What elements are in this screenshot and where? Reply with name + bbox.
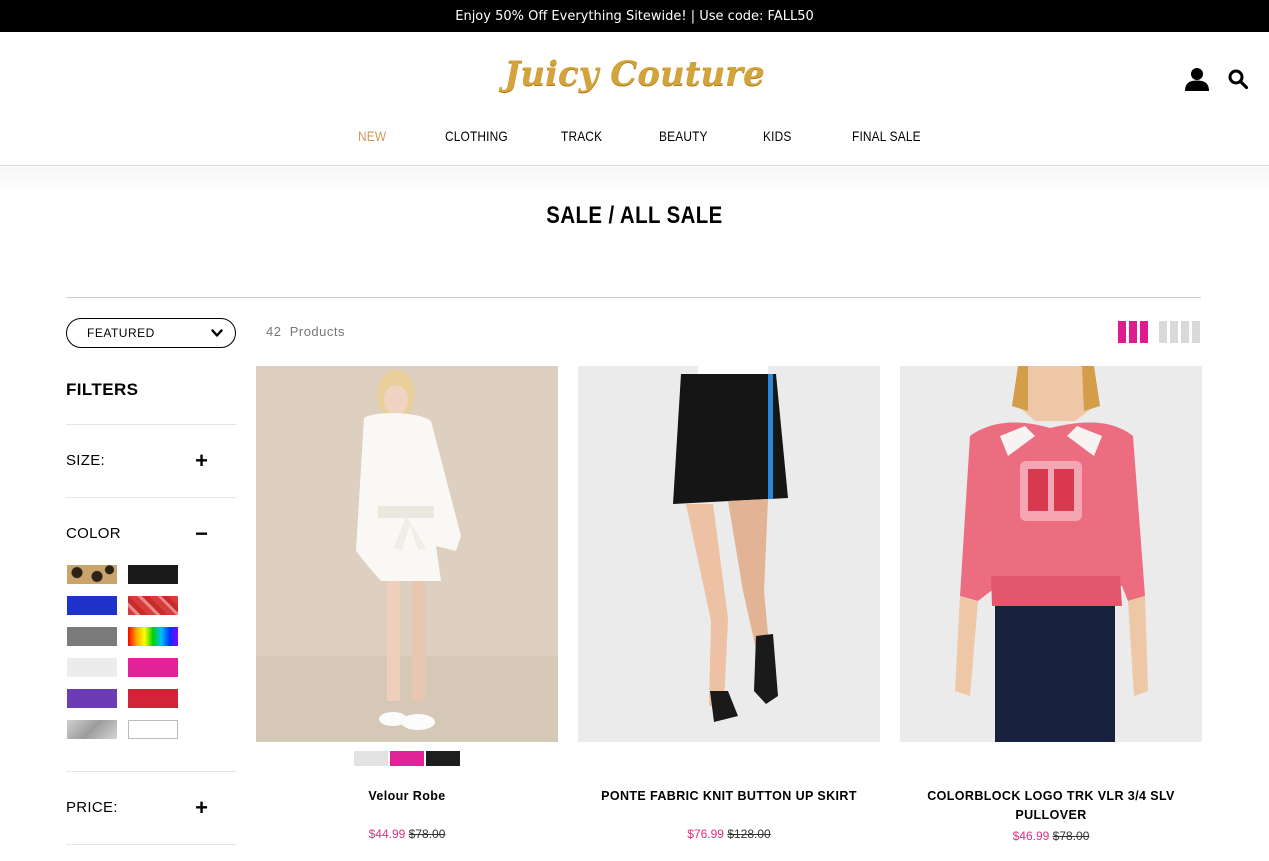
original-price: $128.00 [727,827,771,841]
product-name-line2: PULLOVER [1015,808,1087,822]
color-swatch-multi[interactable] [128,627,178,646]
original-price: $78.00 [1052,829,1090,843]
color-swatch-white-outline[interactable] [128,720,178,739]
color-swatch-red-print[interactable] [128,596,178,615]
product-price: $46.99 $78.00 [900,829,1202,843]
promo-banner: Enjoy 50% Off Everything Sitewide! | Use… [0,0,1269,32]
filter-color-label: COLOR [66,525,121,542]
filter-divider [66,844,236,845]
sale-price: $44.99 [368,827,406,841]
divider [66,297,1201,298]
grid-bar-icon [1159,321,1167,343]
search-icon[interactable] [1228,69,1248,89]
filters-heading: FILTERS [66,380,139,399]
product-count-label: Products [289,324,346,339]
product-image[interactable] [578,366,880,742]
grid-3-column-toggle[interactable] [1118,321,1148,343]
color-swatch-leopard[interactable] [67,565,117,584]
nav-item-clothing[interactable]: CLOTHING [445,128,508,144]
grid-bar-icon [1129,321,1137,343]
product-count-number: 42 [266,324,282,339]
sale-price: $46.99 [1012,829,1050,843]
plus-icon: + [195,795,208,820]
product-color-swatch[interactable] [354,751,388,766]
original-price: $78.00 [408,827,446,841]
sort-dropdown[interactable]: FEATURED [66,318,236,348]
product-count: 42 Products [266,324,345,339]
nav-item-track[interactable]: TRACK [561,128,602,144]
nav-item-beauty[interactable]: BEAUTY [659,128,708,144]
grid-bar-icon [1140,321,1148,343]
filter-divider [66,497,236,498]
color-swatch-purple[interactable] [67,689,117,708]
filter-size[interactable]: SIZE: + [66,449,236,473]
grid-bar-icon [1170,321,1178,343]
chevron-down-icon [211,329,223,337]
plus-icon: + [195,448,208,473]
color-swatch-grey[interactable] [67,627,117,646]
product-color-swatch[interactable] [390,751,424,766]
nav-item-new[interactable]: NEW [358,128,386,144]
minus-icon: − [195,521,208,546]
product-name[interactable]: COLORBLOCK LOGO TRK VLR 3/4 SLV PULLOVER [900,787,1202,825]
filter-price[interactable]: PRICE: + [66,796,236,820]
nav-item-kids[interactable]: KIDS [763,128,791,144]
main-navigation: NEW CLOTHING TRACK BEAUTY KIDS FINAL SAL… [0,128,1269,148]
color-swatch-red[interactable] [128,689,178,708]
product-price: $44.99 $78.00 [256,827,558,841]
product-name-line1: COLORBLOCK LOGO TRK VLR 3/4 SLV [927,789,1175,803]
sort-selected-value: FEATURED [87,326,155,340]
filter-price-label: PRICE: [66,799,118,816]
nav-item-final-sale[interactable]: FINAL SALE [852,128,921,144]
filter-divider [66,424,236,425]
product-color-swatch[interactable] [426,751,460,766]
color-swatch-black[interactable] [128,565,178,584]
filter-divider [66,771,236,772]
color-swatch-silver[interactable] [67,720,117,739]
user-icon[interactable] [1185,67,1209,91]
header-shadow [0,167,1269,193]
color-swatch-blue[interactable] [67,596,117,615]
product-image[interactable] [256,366,558,742]
product-image[interactable] [900,366,1202,742]
color-swatch-pink[interactable] [128,658,178,677]
filter-size-label: SIZE: [66,452,106,469]
product-name[interactable]: PONTE FABRIC KNIT BUTTON UP SKIRT [578,787,880,806]
site-header: Juicy Couture NEW CLOTHING TRACK BEAUTY … [0,32,1269,166]
product-name[interactable]: Velour Robe [256,787,558,806]
grid-bar-icon [1118,321,1126,343]
page-title: SALE / ALL SALE [546,202,723,229]
grid-bar-icon [1192,321,1200,343]
color-swatch-white[interactable] [67,658,117,677]
sale-price: $76.99 [687,827,724,841]
grid-4-column-toggle[interactable] [1159,321,1200,343]
product-price: $76.99 $128.00 [578,827,880,841]
grid-bar-icon [1181,321,1189,343]
promo-text: Enjoy 50% Off Everything Sitewide! | Use… [455,8,814,24]
filter-color[interactable]: COLOR − [66,522,236,546]
site-logo[interactable]: Juicy Couture [0,54,1269,94]
